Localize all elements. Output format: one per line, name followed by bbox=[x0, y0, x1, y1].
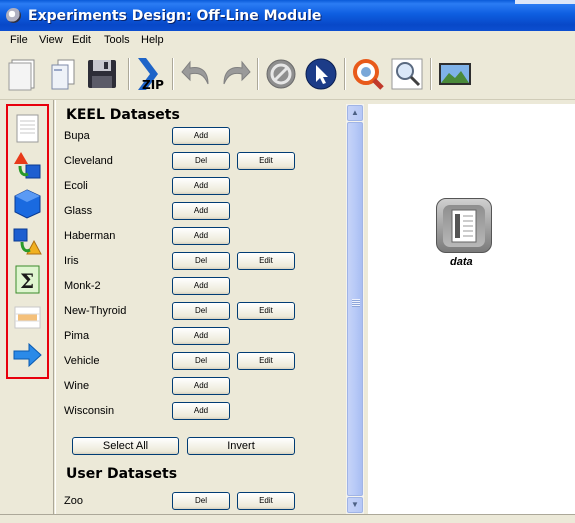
statistical-test-icon[interactable]: Σ bbox=[12, 264, 43, 295]
del-button[interactable]: Del bbox=[172, 302, 230, 320]
add-button[interactable]: Add bbox=[172, 227, 230, 245]
zoom-icon[interactable] bbox=[389, 56, 425, 92]
add-button[interactable]: Add bbox=[172, 377, 230, 395]
scrollbar-thumb[interactable] bbox=[347, 122, 363, 496]
dataset-name-iris: Iris bbox=[64, 255, 79, 267]
redo-icon[interactable] bbox=[216, 56, 252, 92]
status-bar bbox=[0, 514, 575, 523]
zip-icon[interactable]: ZIP bbox=[134, 56, 170, 92]
dataset-name-ecoli: Ecoli bbox=[64, 180, 88, 192]
undo-icon[interactable] bbox=[180, 56, 216, 92]
edit-button[interactable]: Edit bbox=[237, 152, 295, 170]
add-button[interactable]: Add bbox=[172, 202, 230, 220]
save-icon[interactable] bbox=[84, 56, 120, 92]
edit-button[interactable]: Edit bbox=[237, 352, 295, 370]
connection-arrow-icon[interactable] bbox=[12, 340, 43, 371]
sigma-label: Σ bbox=[20, 269, 34, 293]
menu-tools[interactable]: Tools bbox=[104, 34, 130, 46]
visualization-icon[interactable] bbox=[12, 302, 43, 333]
dataset-name-bupa: Bupa bbox=[64, 130, 90, 142]
data-node[interactable] bbox=[436, 198, 492, 253]
app-icon bbox=[6, 8, 21, 23]
tool-palette: Σ bbox=[6, 104, 49, 379]
scroll-down-icon[interactable]: ▼ bbox=[347, 497, 363, 513]
invert-button[interactable]: Invert bbox=[187, 437, 295, 455]
data-node-label: data bbox=[450, 256, 473, 268]
data-node-icon bbox=[443, 205, 485, 247]
pointer-icon[interactable] bbox=[303, 56, 339, 92]
menu-help[interactable]: Help bbox=[141, 34, 164, 46]
dataset-name-wine: Wine bbox=[64, 380, 90, 392]
toolbar-separator bbox=[257, 58, 259, 90]
menu-bar: File View Edit Tools Help bbox=[0, 31, 575, 50]
zip-label: ZIP bbox=[142, 78, 164, 92]
stop-icon[interactable] bbox=[263, 56, 299, 92]
dataset-scrollbar[interactable]: ▲ ▼ bbox=[346, 104, 364, 514]
add-button[interactable]: Add bbox=[172, 177, 230, 195]
dataset-name-pima: Pima bbox=[64, 330, 90, 342]
select-all-button[interactable]: Select All bbox=[72, 437, 179, 455]
open-document-icon[interactable] bbox=[44, 56, 80, 92]
del-button[interactable]: Del bbox=[172, 352, 230, 370]
toolbar-separator bbox=[172, 58, 174, 90]
image-icon[interactable] bbox=[437, 56, 473, 92]
method-icon[interactable] bbox=[12, 188, 43, 219]
add-button[interactable]: Add bbox=[172, 402, 230, 420]
add-button[interactable]: Add bbox=[172, 277, 230, 295]
dataset-name-vehicle: Vehicle bbox=[64, 355, 100, 367]
postprocess-icon[interactable] bbox=[12, 226, 43, 257]
menu-file[interactable]: File bbox=[10, 34, 28, 46]
edit-button[interactable]: Edit bbox=[237, 302, 295, 320]
scrollbar-grip bbox=[352, 299, 360, 307]
dataset-name-new-thyroid: New-Thyroid bbox=[64, 305, 127, 317]
toolbar: ZIP bbox=[0, 50, 575, 100]
help-icon[interactable] bbox=[350, 56, 386, 92]
new-document-icon[interactable] bbox=[6, 56, 42, 92]
del-button[interactable]: Del bbox=[172, 152, 230, 170]
experiment-canvas[interactable]: data bbox=[368, 104, 575, 514]
toolbar-separator bbox=[128, 58, 130, 90]
toolbar-separator bbox=[430, 58, 432, 90]
dataset-name-haberman: Haberman bbox=[64, 230, 116, 242]
dataset-name-cleveland: Cleveland bbox=[64, 155, 113, 167]
dataset-icon[interactable] bbox=[12, 113, 43, 144]
scroll-up-icon[interactable]: ▲ bbox=[347, 105, 363, 121]
title-bar[interactable]: Experiments Design: Off-Line Module bbox=[0, 0, 575, 31]
edit-button[interactable]: Edit bbox=[237, 492, 295, 510]
user-datasets-title: User Datasets bbox=[66, 466, 178, 482]
dataset-panel: KEEL Datasets Bupa Add Cleveland Del Edi… bbox=[56, 104, 346, 514]
del-button[interactable]: Del bbox=[172, 252, 230, 270]
add-button[interactable]: Add bbox=[172, 127, 230, 145]
edit-button[interactable]: Edit bbox=[237, 252, 295, 270]
menu-view[interactable]: View bbox=[39, 34, 63, 46]
keel-datasets-title: KEEL Datasets bbox=[66, 107, 180, 123]
dataset-name-zoo: Zoo bbox=[64, 495, 83, 507]
add-button[interactable]: Add bbox=[172, 327, 230, 345]
dataset-name-wisconsin: Wisconsin bbox=[64, 405, 115, 417]
dataset-name-glass: Glass bbox=[64, 205, 93, 217]
del-button[interactable]: Del bbox=[172, 492, 230, 510]
toolbar-separator bbox=[344, 58, 346, 90]
dataset-name-monk-2: Monk-2 bbox=[64, 280, 101, 292]
preprocess-icon[interactable] bbox=[12, 150, 43, 181]
experiments-design-window: Experiments Design: Off-Line Module File… bbox=[0, 0, 575, 523]
window-title: Experiments Design: Off-Line Module bbox=[28, 8, 322, 24]
window-controls[interactable] bbox=[515, 0, 575, 4]
menu-edit[interactable]: Edit bbox=[72, 34, 91, 46]
